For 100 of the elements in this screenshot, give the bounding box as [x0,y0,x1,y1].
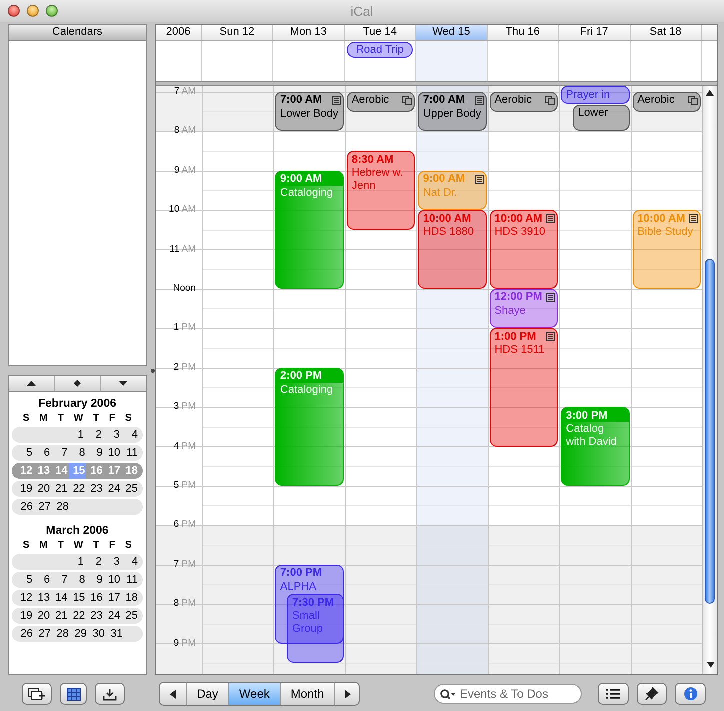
day-number[interactable]: 7 [51,445,69,461]
day-header[interactable]: Wed 15 [416,25,488,40]
day-number[interactable]: 4 [121,554,139,570]
event-block[interactable]: 7:00 AM Lower Body [275,92,344,132]
day-number[interactable]: 8 [68,572,86,588]
day-number[interactable]: 8 [68,445,86,461]
day-column[interactable]: Aerobic 8:30 AM Hebrew w. Jenn [344,86,416,674]
event-block[interactable]: 7:00 AM Upper Body [418,92,487,132]
day-number[interactable]: 19 [16,481,34,497]
day-number[interactable]: 11 [121,445,140,461]
day-number[interactable]: 20 [34,608,52,624]
week-row[interactable]: 12 13 14 15 16 17 18 [12,590,143,606]
day-header[interactable]: Thu 16 [488,25,560,40]
day-number[interactable]: 25 [121,608,140,624]
day-number[interactable]: 22 [68,608,86,624]
day-number[interactable]: 26 [16,499,34,515]
day-number[interactable]: 7 [51,572,69,588]
day-number[interactable]: 25 [121,481,140,497]
day-number[interactable]: 16 [86,590,104,606]
day-number[interactable]: 2 [85,554,103,570]
day-header[interactable]: Sat 18 [630,25,702,40]
day-number[interactable]: 27 [34,626,52,642]
day-header[interactable]: Sun 12 [202,25,274,40]
day-number[interactable]: 3 [103,554,121,570]
pin-button[interactable] [636,683,668,705]
day-number[interactable]: 6 [34,572,52,588]
week-row[interactable]: 1 2 3 4 [12,427,143,443]
splitter-handle[interactable] [151,368,155,372]
day-number[interactable]: 1 [67,427,85,443]
day-number[interactable]: 18 [121,590,140,606]
day-number[interactable]: 6 [34,445,52,461]
view-tab[interactable]: Week [229,683,281,705]
day-number[interactable]: 21 [51,608,69,624]
day-column[interactable]: Aerobic 10:00 AM HDS 3910 12:00 PM Shaye 1:00 PM HDS 1511 [488,86,560,674]
close-button[interactable] [8,5,20,17]
info-button[interactable] [675,683,706,705]
day-number[interactable]: 24 [104,608,122,624]
day-number[interactable]: 10 [104,572,122,588]
day-number[interactable]: 14 [51,590,69,606]
publish-button[interactable] [95,683,126,705]
week-row[interactable]: 26 27 28 29 30 31 [12,626,143,642]
day-number[interactable]: 30 [88,626,106,642]
day-number[interactable]: 31 [106,626,124,642]
day-number[interactable]: 29 [70,626,88,642]
zoom-button[interactable] [46,5,58,17]
day-number[interactable]: 1 [67,554,85,570]
day-number[interactable]: 13 [34,590,52,606]
day-number[interactable]: 12 [16,590,34,606]
day-number[interactable]: 24 [104,481,122,497]
day-number[interactable]: 3 [103,427,121,443]
day-number[interactable]: 10 [104,445,122,461]
day-number[interactable]: 5 [16,572,34,588]
all-day-cell[interactable]: Road Trip [344,41,416,81]
day-column[interactable]: Prayer in Lower 3:00 PM Catalog with David [559,86,631,674]
scrollbar-thumb[interactable] [705,258,715,604]
event-block[interactable]: Aerobic [346,92,416,112]
day-number[interactable]: 23 [86,481,104,497]
event-time: 2:00 PM [280,370,322,382]
event-block[interactable]: Lower [573,104,630,132]
day-number[interactable]: 27 [34,499,52,515]
day-number[interactable]: 9 [86,445,104,461]
week-row[interactable]: 5 6 7 8 9 10 11 [12,445,143,461]
week-row[interactable]: 26 27 28 [12,499,143,515]
view-tab[interactable]: Month [280,683,336,705]
day-header[interactable]: Mon 13 [273,25,345,40]
year-header: 2006 [156,25,202,40]
day-number[interactable]: 22 [68,481,86,497]
day-number[interactable]: 17 [104,590,122,606]
search-field[interactable]: Events & To Dos [434,684,582,704]
day-number[interactable]: 9 [86,572,104,588]
week-row[interactable]: 5 6 7 8 9 10 11 [12,572,143,588]
day-number[interactable]: 20 [34,481,52,497]
minimize-button[interactable] [27,5,39,17]
week-row[interactable]: 19 20 21 22 23 24 25 [12,481,143,497]
day-number[interactable]: 15 [68,590,86,606]
calendar-view-button[interactable] [60,683,88,705]
week-row[interactable]: 19 20 21 22 23 24 25 [12,608,143,624]
event-block[interactable]: Aerobic [632,92,701,112]
all-day-cell[interactable] [416,41,488,81]
scrollbar[interactable] [702,86,717,674]
day-number[interactable]: 19 [16,608,34,624]
list-button[interactable] [598,683,629,705]
day-number[interactable]: 2 [85,427,103,443]
day-number[interactable]: 28 [52,499,70,515]
day-number[interactable]: 11 [121,572,140,588]
day-number[interactable]: 26 [16,626,34,642]
day-column[interactable]: 7:00 AM Lower Body 9:00 AM Cataloging 2:00 PM Cataloging 7:00 PM ALPHA 7:30 PM Small Group [273,86,345,674]
day-number[interactable]: 4 [121,427,139,443]
day-column[interactable]: Aerobic 10:00 AM Bible Study [630,86,702,674]
search-icon[interactable] [440,689,456,700]
day-header[interactable]: Fri 17 [559,25,631,40]
day-number[interactable]: 23 [86,608,104,624]
day-number[interactable]: 21 [51,481,69,497]
event-block[interactable]: Aerobic [490,92,558,112]
day-number[interactable]: 28 [52,626,70,642]
week-row[interactable]: 1 2 3 4 [12,554,143,570]
day-column[interactable]: 7:00 AM Upper Body 9:00 AM Nat Dr. 10:00 AM HDS 1880 [416,86,488,674]
day-number[interactable]: 5 [16,445,34,461]
all-day-event[interactable]: Road Trip [346,42,414,58]
add-calendar-button[interactable] [22,683,52,705]
